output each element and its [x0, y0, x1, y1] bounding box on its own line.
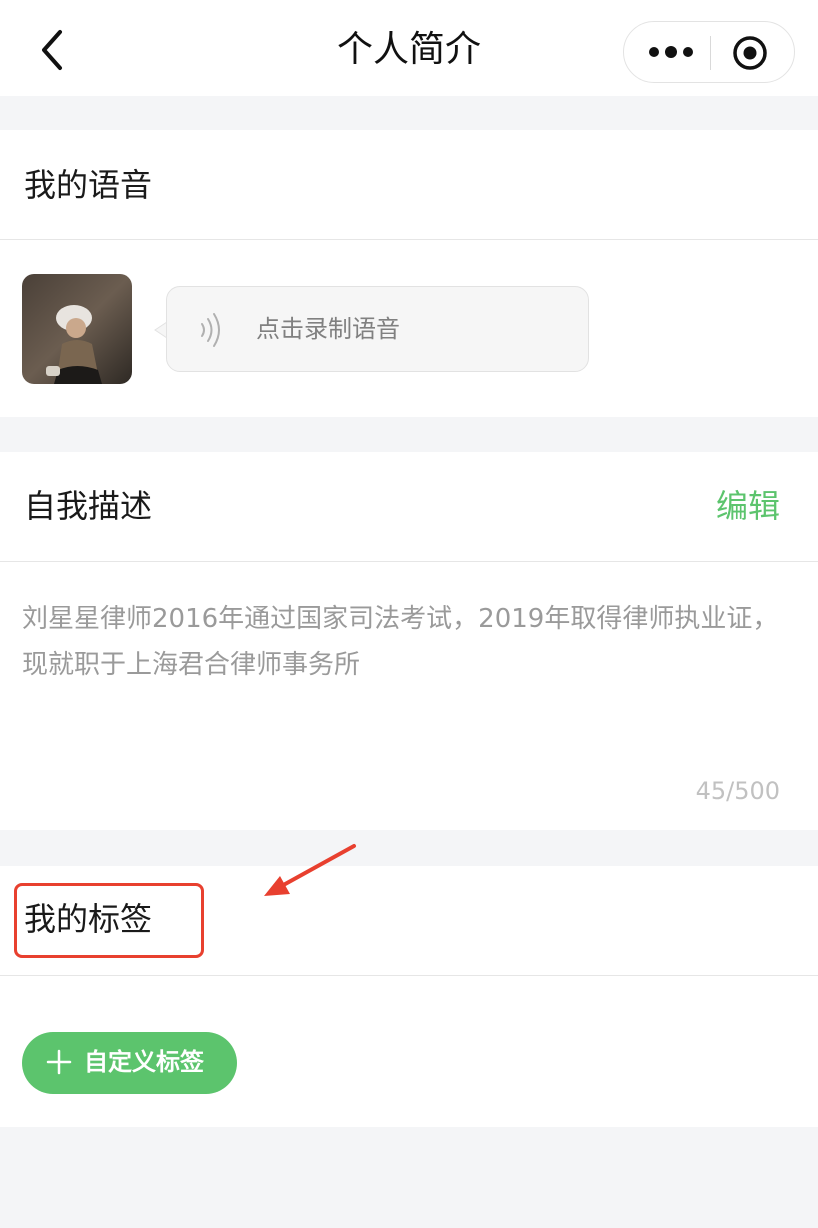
mini-program-capsule [623, 21, 795, 83]
divider [0, 561, 818, 562]
annotation-arrow-icon [264, 844, 356, 896]
capsule-divider [710, 36, 711, 70]
character-counter: 45/500 [695, 777, 780, 805]
description-text[interactable]: 刘星星律师2016年通过国家司法考试，2019年取得律师执业证，现就职于上海君合… [22, 596, 792, 688]
avatar [22, 274, 132, 384]
record-voice-label: 点击录制语音 [256, 315, 400, 343]
annotation-highlight-box [14, 883, 204, 958]
edit-button[interactable]: 编辑 [716, 484, 780, 528]
divider [0, 975, 818, 976]
divider [0, 239, 818, 240]
plus-icon [46, 1049, 72, 1075]
description-section-title: 自我描述 [24, 487, 153, 525]
voice-wave-icon [201, 313, 220, 347]
more-dots-icon[interactable] [646, 36, 696, 68]
add-custom-tag-button[interactable]: 自定义标签 [22, 1032, 237, 1094]
voice-section-title: 我的语音 [24, 166, 153, 204]
navigation-bar: 个人简介 [0, 0, 818, 96]
add-custom-tag-label: 自定义标签 [84, 1048, 204, 1076]
target-circle-icon[interactable] [732, 35, 768, 71]
